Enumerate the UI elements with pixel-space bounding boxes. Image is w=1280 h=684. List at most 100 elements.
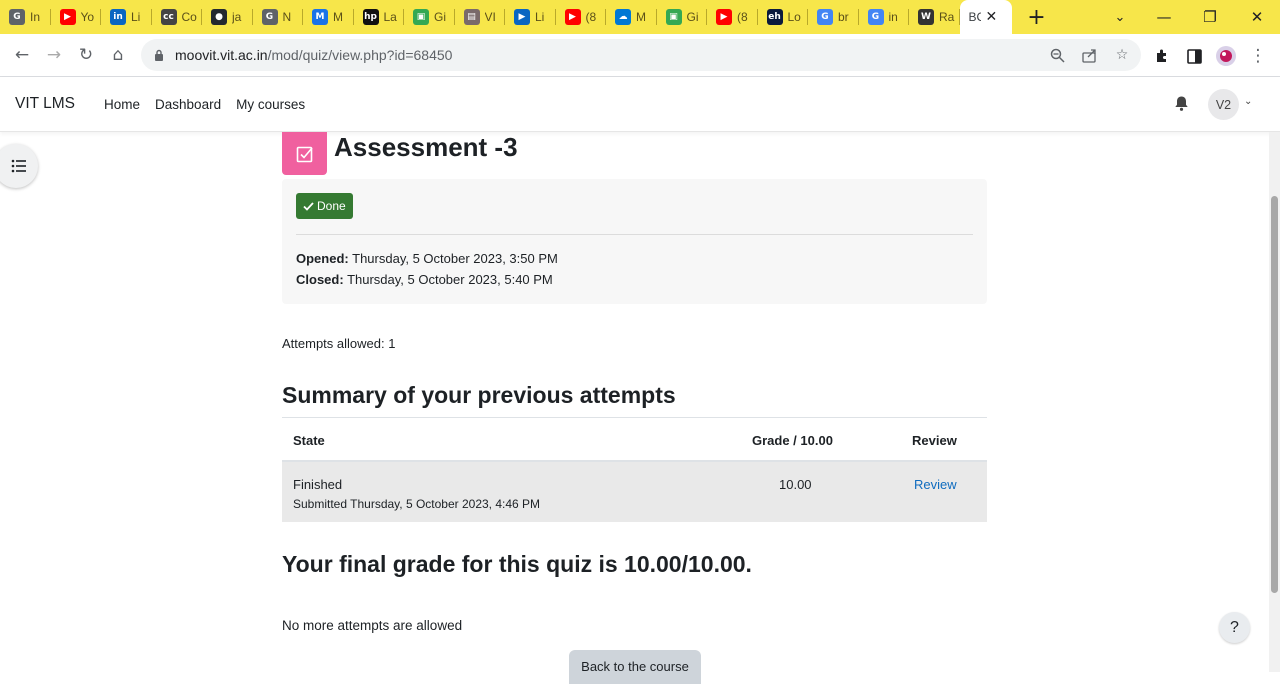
browser-tab[interactable]: MM <box>303 0 354 34</box>
browser-tab[interactable]: ▶ Yo <box>51 0 102 34</box>
activity-info-box: Done Opened: Thursday, 5 October 2023, 3… <box>282 179 987 304</box>
quiz-activity-icon <box>282 132 327 175</box>
tab-list: G In ▶ Yo in Li cc Co ● ja G N M Mhp La ▣ Gi ▤ VI ▶ Li ▶ (8 ☁ M ▣… <box>0 0 960 34</box>
browser-tab[interactable]: hp La <box>354 0 405 34</box>
browser-tab[interactable]: ▶ (8 <box>707 0 758 34</box>
browser-tab[interactable]: in Li <box>101 0 152 34</box>
restore-button[interactable]: ❐ <box>1187 0 1233 34</box>
browser-tab[interactable]: ☁ M <box>606 0 657 34</box>
tab-title: Yo <box>80 10 95 24</box>
page-scrollbar[interactable] <box>1269 132 1280 672</box>
tab-title: Li <box>131 10 141 24</box>
url-text: moovit.vit.ac.in/mod/quiz/view.php?id=68… <box>175 47 453 63</box>
tab-favicon-icon: G <box>261 9 278 25</box>
notification-bell-icon[interactable] <box>1173 95 1190 112</box>
extensions-icon[interactable] <box>1146 40 1178 72</box>
lock-icon <box>153 49 165 61</box>
close-window-button[interactable]: ✕ <box>1234 0 1280 34</box>
tab-favicon-icon: hp <box>362 9 379 25</box>
tab-title: VI <box>484 10 496 24</box>
chrome-menu-icon[interactable]: ⋮ <box>1242 40 1274 72</box>
no-more-attempts-text: No more attempts are allowed <box>282 618 463 633</box>
user-avatar[interactable]: V2 <box>1208 89 1239 120</box>
new-tab-button[interactable]: + <box>1020 0 1054 34</box>
closed-date: Closed: Thursday, 5 October 2023, 5:40 P… <box>296 272 553 287</box>
tab-favicon-icon: M <box>312 9 328 25</box>
tab-favicon-icon: ● <box>211 9 227 25</box>
tab-favicon-icon: ▶ <box>564 9 581 25</box>
attempt-state: Finished <box>293 477 343 492</box>
browser-tab[interactable]: ▣ Gi <box>404 0 455 34</box>
browser-tab[interactable]: ▶ (8 <box>556 0 607 34</box>
chevron-down-icon[interactable]: ⌄ <box>1244 96 1252 107</box>
header-review: Review <box>912 433 957 448</box>
browser-tab-strip: G In ▶ Yo in Li cc Co ● ja G N M Mhp La ▣ Gi ▤ VI ▶ Li ▶ (8 ☁ M ▣… <box>0 0 1280 34</box>
tab-favicon-icon: G <box>817 9 833 25</box>
browser-tab[interactable]: GN <box>253 0 304 34</box>
nav-my-courses[interactable]: My courses <box>236 97 305 112</box>
back-arrow-icon[interactable]: ← <box>6 39 38 71</box>
tab-favicon-icon: cc <box>160 9 177 25</box>
browser-toolbar: ← → ↻ ⌂ moovit.vit.ac.in/mod/quiz/view.p… <box>0 34 1280 77</box>
nav-home[interactable]: Home <box>104 97 140 112</box>
browser-tab[interactable]: ● ja <box>202 0 253 34</box>
browser-tab[interactable]: Gin <box>859 0 910 34</box>
list-icon <box>11 159 26 173</box>
browser-tab[interactable]: ▣ Gi <box>657 0 708 34</box>
browser-tab[interactable]: G In <box>0 0 51 34</box>
tab-title: Gi <box>434 10 446 24</box>
tab-favicon-icon: G <box>867 9 884 25</box>
back-to-course-button[interactable]: Back to the course <box>569 650 701 684</box>
final-grade-heading: Your final grade for this quiz is 10.00/… <box>282 551 752 577</box>
browser-tab[interactable]: Gbr <box>808 0 859 34</box>
tab-title: La <box>383 10 397 24</box>
share-icon[interactable] <box>1082 47 1098 63</box>
browser-tab[interactable]: W Ra <box>909 0 960 34</box>
site-brand[interactable]: VIT LMS <box>15 95 75 113</box>
tab-favicon-icon: in <box>110 9 126 25</box>
check-icon <box>303 201 314 211</box>
help-button[interactable]: ? <box>1219 612 1250 643</box>
tab-favicon-icon: G <box>9 9 25 25</box>
zoom-icon[interactable] <box>1049 47 1065 63</box>
tab-title: In <box>30 10 41 24</box>
reload-icon[interactable]: ↻ <box>70 39 102 71</box>
attempts-allowed: Attempts allowed: 1 <box>282 336 396 351</box>
tab-title: N <box>282 10 292 24</box>
side-panel-icon[interactable] <box>1178 40 1210 72</box>
tab-title: M <box>333 10 343 24</box>
tab-title: Li <box>535 10 545 24</box>
site-navbar: VIT LMS Home Dashboard My courses V2 ⌄ <box>0 77 1280 132</box>
review-link[interactable]: Review <box>914 477 957 492</box>
browser-tab-active[interactable]: BC ✕ <box>959 0 1012 34</box>
address-bar[interactable]: moovit.vit.ac.in/mod/quiz/view.php?id=68… <box>141 39 1141 71</box>
forward-arrow-icon[interactable]: → <box>38 39 70 71</box>
tab-title: Co <box>181 10 197 24</box>
page-title: Assessment -3 <box>334 132 518 162</box>
browser-tab[interactable]: ▶ Li <box>505 0 556 34</box>
tab-favicon-icon: ▣ <box>665 9 682 25</box>
minimize-button[interactable]: — <box>1141 0 1187 34</box>
tab-title: in <box>888 10 898 24</box>
tab-title: BC <box>968 10 981 24</box>
profile-avatar-icon[interactable] <box>1210 40 1242 72</box>
course-index-toggle[interactable] <box>0 144 38 188</box>
tab-favicon-icon: ▶ <box>514 9 530 25</box>
tab-title: br <box>838 10 849 24</box>
tab-favicon-icon: ☁ <box>615 9 631 25</box>
browser-tab[interactable]: cc Co <box>152 0 203 34</box>
bookmark-star-icon[interactable]: ☆ <box>1114 47 1130 63</box>
attempt-submitted: Submitted Thursday, 5 October 2023, 4:46… <box>293 497 541 511</box>
browser-tab[interactable]: ▤ VI <box>455 0 506 34</box>
scrollbar-thumb[interactable] <box>1271 196 1278 593</box>
tab-title: ja <box>232 10 242 24</box>
browser-tab[interactable]: eh Lo <box>758 0 809 34</box>
tab-title: Gi <box>686 10 699 24</box>
tab-search-icon[interactable]: ⌄ <box>1097 0 1143 34</box>
attempts-table: State Grade / 10.00 Review Finished Subm… <box>282 417 987 522</box>
header-state: State <box>293 433 325 448</box>
home-icon[interactable]: ⌂ <box>102 39 134 71</box>
close-tab-icon[interactable]: ✕ <box>986 9 998 25</box>
table-header: State Grade / 10.00 Review <box>282 418 987 462</box>
nav-dashboard[interactable]: Dashboard <box>155 97 221 112</box>
